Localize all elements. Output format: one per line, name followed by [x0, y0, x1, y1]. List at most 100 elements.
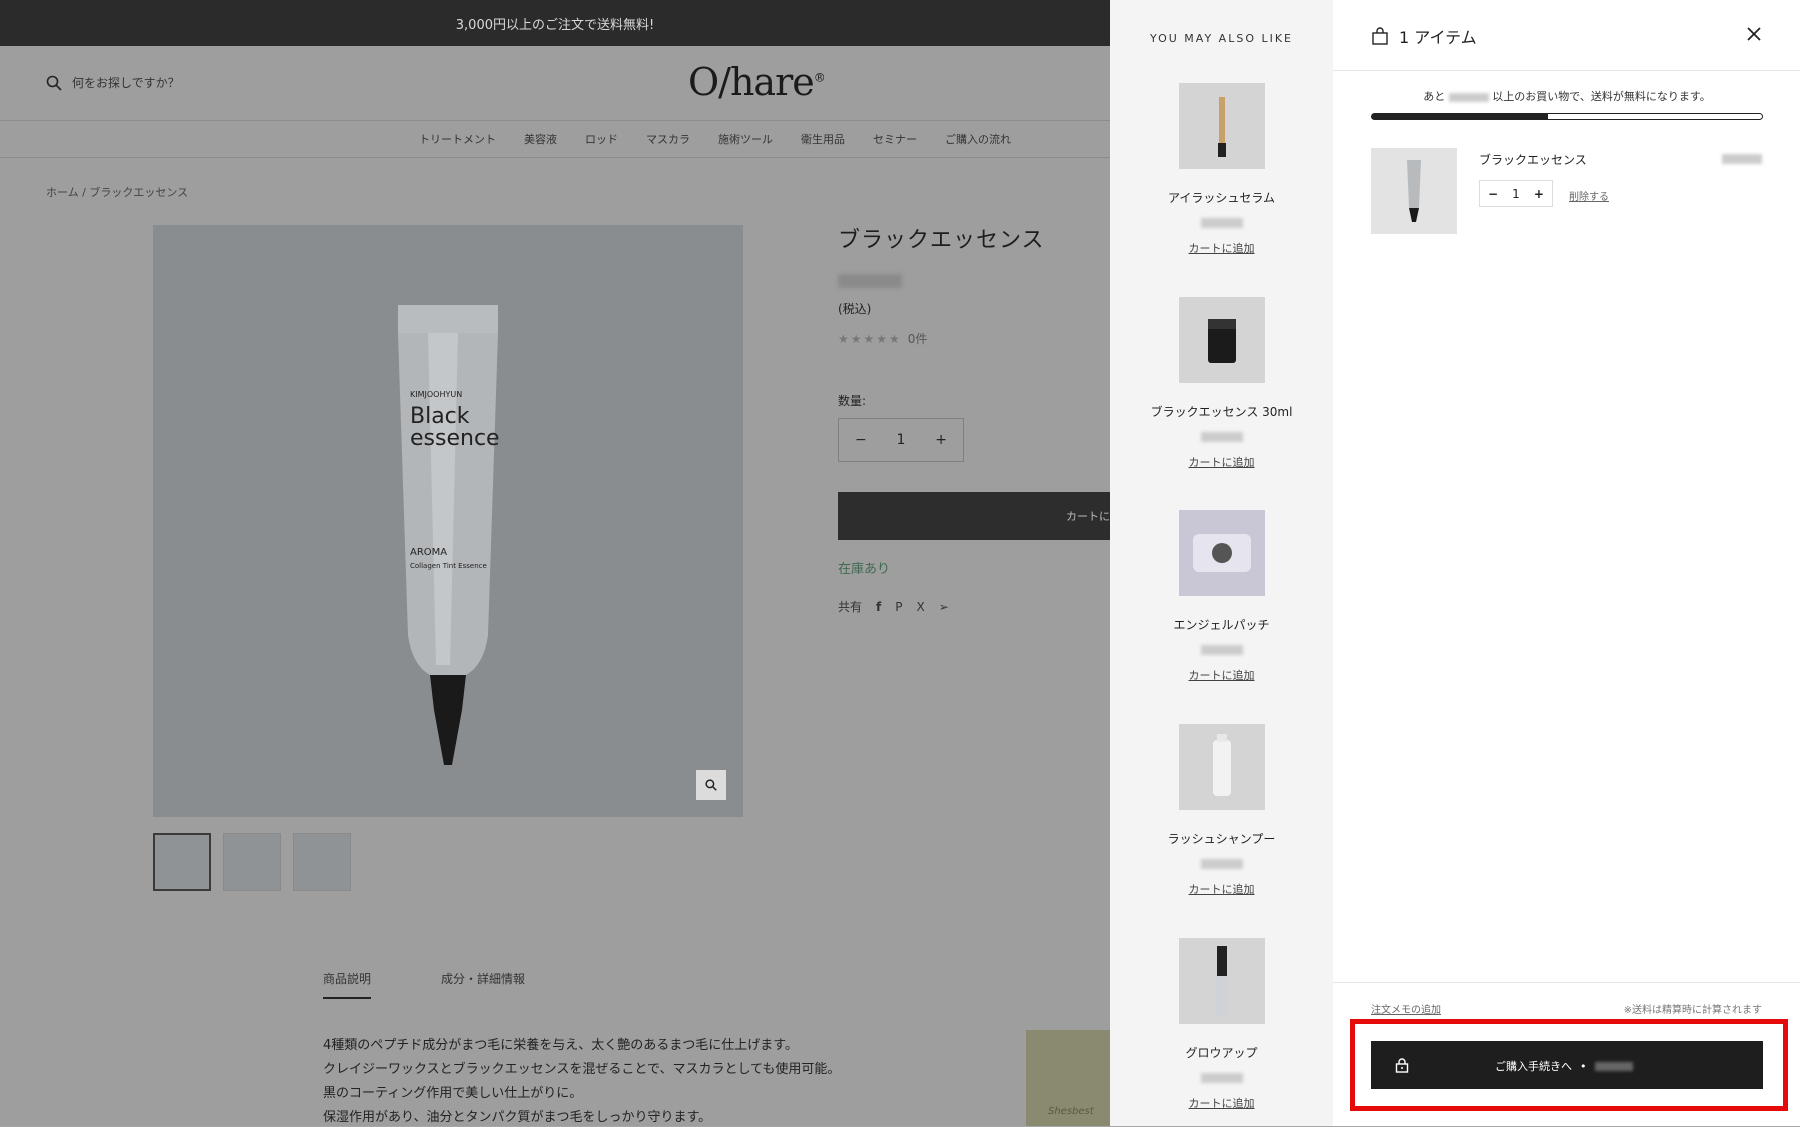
checkout-separator: • — [1580, 1059, 1587, 1073]
rec-item-image[interactable] — [1178, 938, 1265, 1024]
nav-item-mascara[interactable]: マスカラ — [646, 131, 690, 147]
free-shipping-message: あと 以上のお買い物で、送料が無料になります。 — [1371, 88, 1763, 104]
x-icon[interactable]: X — [917, 600, 925, 614]
nav-item-rod[interactable]: ロッド — [585, 131, 618, 147]
nav-item-treatment[interactable]: トリートメント — [419, 131, 496, 147]
ship-msg-post: 以上のお買い物で、送料が無料になります。 — [1492, 90, 1711, 103]
rating[interactable]: ★★★★★ 0件 — [838, 330, 927, 347]
shopping-bag-icon — [1372, 27, 1388, 45]
plus-icon[interactable]: + — [1534, 187, 1544, 201]
rec-item-price-blurred — [1200, 1073, 1243, 1083]
quantity-value[interactable]: 1 — [897, 432, 906, 448]
rec-item-name[interactable]: ブラックエッセンス 30ml — [1110, 403, 1333, 420]
quantity-stepper: − 1 + — [838, 418, 964, 462]
recommendations-panel: YOU MAY ALSO LIKE アイラッシュセラム カートに追加 ブラックエ… — [1110, 0, 1333, 1126]
zoom-button[interactable] — [696, 770, 726, 800]
ship-msg-pre: あと — [1423, 90, 1446, 103]
stock-status: 在庫あり — [838, 562, 891, 577]
description-line: クレイジーワックスとブラックエッセンスを混ぜることで、マスカラとしても使用可能。 — [323, 1062, 841, 1077]
description-line: 保湿作用があり、油分とタンパク質がまつ毛をしっかり守ります。 — [323, 1110, 712, 1125]
checkout-text: ご購入手続きへ — [1495, 1060, 1572, 1073]
minus-icon[interactable]: − — [1488, 187, 1498, 201]
rec-add-to-cart-link[interactable]: カートに追加 — [1189, 454, 1255, 470]
rec-item-price-blurred — [1200, 859, 1243, 869]
minus-icon[interactable]: − — [855, 432, 867, 448]
cart-item-price-blurred — [1722, 154, 1762, 164]
pinterest-icon[interactable]: P — [895, 600, 902, 614]
review-count: 0件 — [907, 332, 928, 346]
lock-icon — [1395, 1058, 1409, 1073]
tube-sub2: Collagen Tint Essence — [410, 562, 487, 570]
rec-add-to-cart-link[interactable]: カートに追加 — [1189, 667, 1255, 683]
rec-item-name[interactable]: ラッシュシャンプー — [1110, 830, 1333, 847]
rec-item-image[interactable] — [1178, 297, 1265, 383]
checkout-button[interactable]: ご購入手続きへ • — [1371, 1041, 1763, 1089]
nav-item-how-to-buy[interactable]: ご購入の流れ — [945, 131, 1011, 147]
rec-add-to-cart-link[interactable]: カートに追加 — [1189, 240, 1255, 256]
rec-item: ブラックエッセンス 30ml カートに追加 — [1110, 297, 1333, 470]
free-shipping-progress — [1371, 113, 1763, 120]
rec-item: ラッシュシャンプー カートに追加 — [1110, 724, 1333, 897]
shipping-calc-note: ※送料は精算時に計算されます — [1623, 1005, 1762, 1016]
rec-add-to-cart-link[interactable]: カートに追加 — [1189, 1095, 1255, 1111]
product-title: ブラックエッセンス — [838, 228, 1045, 253]
progress-fill — [1372, 114, 1548, 119]
product-tabs: 商品説明 成分・詳細情報 — [323, 970, 525, 999]
ship-remaining-amount-blurred — [1448, 92, 1489, 102]
cart-item-name[interactable]: ブラックエッセンス — [1479, 151, 1587, 168]
site-logo[interactable]: O/hare® — [688, 60, 826, 104]
facebook-icon[interactable]: f — [876, 600, 881, 614]
send-icon[interactable]: ➢ — [939, 600, 949, 614]
share-row: 共有 f P X ➢ — [838, 598, 949, 615]
thumbnail-2[interactable] — [223, 833, 281, 891]
recommendations-title: YOU MAY ALSO LIKE — [1149, 32, 1294, 45]
rating-stars-icon: ★★★★★ — [838, 331, 902, 346]
rec-item-name[interactable]: エンジェルパッチ — [1110, 616, 1333, 633]
nav-item-tools[interactable]: 施術ツール — [718, 131, 773, 147]
main-nav: トリートメント 美容液 ロッド マスカラ 施術ツール 衛生用品 セミナー ご購入… — [0, 120, 1110, 158]
cart-item-image[interactable] — [1371, 148, 1457, 234]
rec-item-image[interactable] — [1178, 510, 1265, 596]
search-input[interactable]: 何をお探しですか？ — [46, 74, 180, 91]
nav-item-serum[interactable]: 美容液 — [524, 131, 557, 147]
rec-item-price-blurred — [1200, 645, 1243, 655]
tax-note: (税込) — [838, 302, 872, 316]
add-to-cart-button[interactable]: カートに — [838, 492, 1110, 540]
tube-brand: KIMJOOHYUN — [410, 390, 462, 399]
announcement-bar: 3,000円以上のご注文で送料無料! — [0, 0, 1110, 46]
nav-item-hygiene[interactable]: 衛生用品 — [801, 131, 845, 147]
description-line: 4種類のペプチド成分がまつ毛に栄養を与え、太く艶のあるまつ毛に仕上げます。 — [323, 1038, 798, 1053]
search-icon — [46, 75, 62, 91]
rec-item-name[interactable]: アイラッシュセラム — [1110, 189, 1333, 206]
cart-footer: 注文メモの追加 ※送料は精算時に計算されます ご購入手続きへ • — [1333, 982, 1800, 1127]
cart-drawer: 1 アイテム あと 以上のお買い物で、送料が無料になります。 ブラックエッセンス… — [1333, 0, 1800, 1126]
tab-description[interactable]: 商品説明 — [323, 970, 372, 999]
rec-add-to-cart-link[interactable]: カートに追加 — [1189, 881, 1255, 897]
site-header: 何をお探しですか？ O/hare® — [0, 46, 1110, 121]
nav-item-seminar[interactable]: セミナー — [873, 131, 917, 147]
product-description: 4種類のペプチド成分がまつ毛に栄養を与え、太く艶のあるまつ毛に仕上げます。 クレ… — [323, 1034, 840, 1126]
cart-item-qty-value[interactable]: 1 — [1512, 187, 1520, 201]
thumbnail-3[interactable] — [293, 833, 351, 891]
cart-title: 1 アイテム — [1371, 24, 1477, 48]
cart-title-text: 1 アイテム — [1399, 28, 1477, 47]
thumbnail-strip — [153, 833, 351, 891]
rec-item: アイラッシュセラム カートに追加 — [1110, 83, 1333, 256]
add-order-note-link[interactable]: 注文メモの追加 — [1371, 1001, 1441, 1016]
checkout-label: ご購入手続きへ • — [1495, 1058, 1633, 1074]
description-image: Shesbest — [1026, 1030, 1110, 1126]
thumbnail-1[interactable] — [153, 833, 211, 891]
search-placeholder: 何をお探しですか？ — [72, 76, 180, 90]
close-icon[interactable] — [1744, 24, 1764, 44]
product-price-blurred — [838, 274, 902, 288]
tab-ingredients[interactable]: 成分・詳細情報 — [441, 970, 525, 999]
breadcrumb-home[interactable]: ホーム — [46, 186, 79, 199]
rec-item-image[interactable] — [1178, 724, 1265, 810]
rec-item: エンジェルパッチ カートに追加 — [1110, 510, 1333, 683]
rec-item-name[interactable]: グロウアップ — [1110, 1044, 1333, 1061]
remove-item-link[interactable]: 削除する — [1569, 188, 1609, 203]
rec-item-image[interactable] — [1178, 83, 1265, 169]
plus-icon[interactable]: + — [935, 432, 947, 448]
zoom-icon — [705, 779, 717, 791]
add-to-cart-label: カートに — [1066, 510, 1110, 523]
